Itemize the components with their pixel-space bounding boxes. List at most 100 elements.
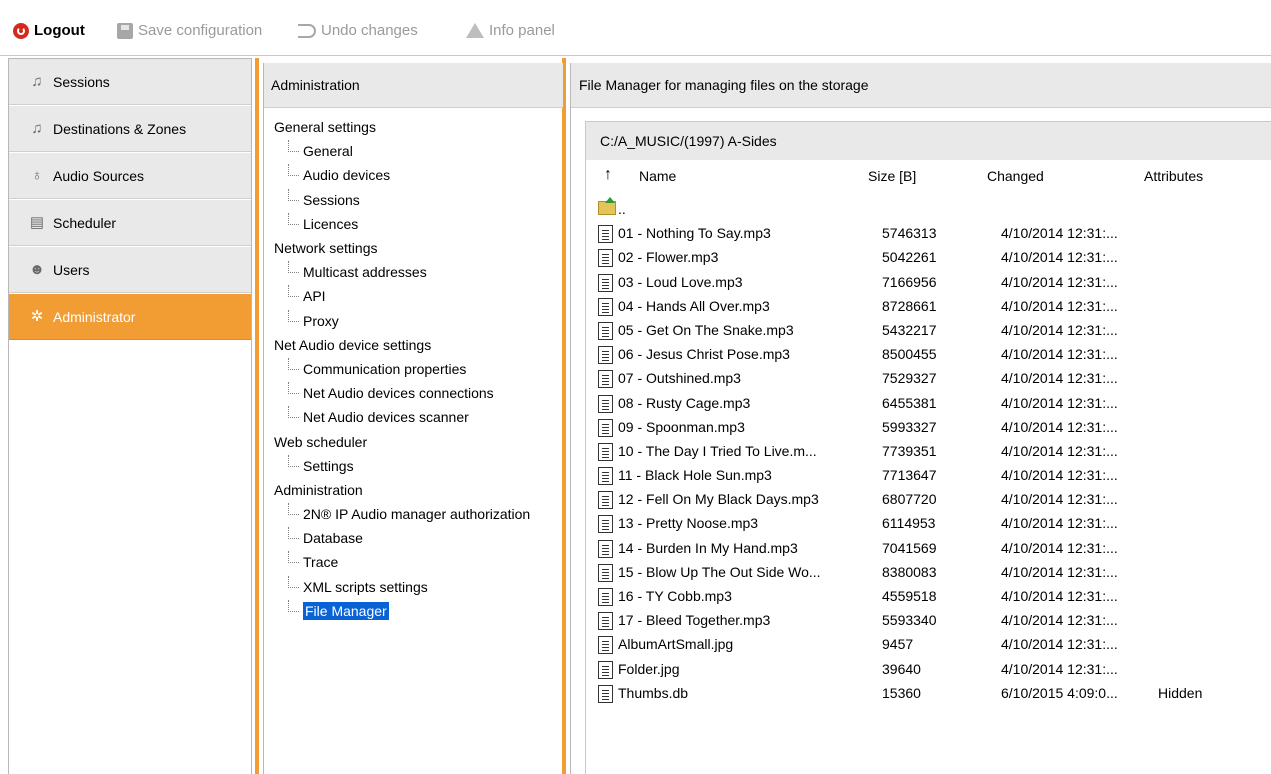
file-row[interactable]: 05 - Get On The Snake.mp3 5432217 4/10/201… (596, 318, 1271, 342)
folder-up-icon (598, 197, 616, 215)
tree-item-general[interactable]: General (274, 139, 564, 163)
file-size: 6114953 (882, 515, 936, 532)
administration-panel: Administration General settings General … (263, 63, 563, 774)
undo-changes-button[interactable]: Undo changes (298, 22, 418, 39)
tree-item-file-manager[interactable]: File Manager (274, 599, 564, 623)
nav-item-label: Administrator (53, 308, 136, 325)
tree-item-api[interactable]: API (274, 284, 564, 308)
nav-item-users[interactable]: ☻ Users (9, 247, 251, 293)
file-row[interactable]: 12 - Fell On My Black Days.mp3 6807720 4/1… (596, 487, 1271, 511)
file-changed: 4/10/2014 12:31:... (1001, 297, 1118, 314)
parent-folder-row[interactable]: .. (596, 197, 1271, 221)
column-header-changed[interactable]: Changed (987, 168, 1044, 184)
file-size: 5993327 (882, 418, 937, 435)
file-row[interactable]: 11 - Black Hole Sun.mp3 7713647 4/10/2014 … (596, 463, 1271, 487)
file-row[interactable]: 02 - Flower.mp3 5042261 4/10/2014 12:31:..… (596, 245, 1271, 269)
tree-item-audio-devices[interactable]: Audio devices (274, 163, 564, 187)
file-row[interactable]: 14 - Burden In My Hand.mp3 7041569 4/10/20… (596, 536, 1271, 560)
current-path: C:/A_MUSIC/(1997) A-Sides (586, 122, 1271, 160)
file-changed: 4/10/2014 12:31:... (1001, 442, 1118, 459)
tree-group-web-scheduler[interactable]: Web scheduler (274, 429, 564, 453)
file-name: 12 - Fell On My Black Days.mp3 (618, 491, 819, 508)
file-icon (598, 346, 613, 365)
file-changed: 4/10/2014 12:31:... (1001, 273, 1118, 290)
file-changed: 4/10/2014 12:31:... (1001, 660, 1118, 677)
undo-changes-label: Undo changes (321, 22, 418, 39)
tree-item-trace[interactable]: Trace (274, 550, 564, 574)
file-row[interactable]: 06 - Jesus Christ Pose.mp3 8500455 4/10/20… (596, 342, 1271, 366)
tree-item-communication-properties[interactable]: Communication properties (274, 357, 564, 381)
file-icon (598, 394, 613, 413)
file-icon (598, 467, 613, 486)
file-manager-header: File Manager for managing files on the s… (571, 63, 1271, 108)
file-row[interactable]: 01 - Nothing To Say.mp3 5746313 4/10/2014 … (596, 221, 1271, 245)
file-changed: 4/10/2014 12:31:... (1001, 225, 1118, 242)
tree-item-proxy[interactable]: Proxy (274, 309, 564, 333)
file-icon (598, 563, 613, 582)
tree-item-database[interactable]: Database (274, 526, 564, 550)
file-icon (598, 539, 613, 558)
file-row[interactable]: 17 - Bleed Together.mp3 5593340 4/10/2014 … (596, 608, 1271, 632)
file-changed: 4/10/2014 12:31:... (1001, 563, 1118, 580)
file-row[interactable]: AlbumArtSmall.jpg 9457 4/10/2014 12:31:... (596, 632, 1271, 656)
music-note-icon: ♫ (31, 119, 43, 137)
info-panel-button[interactable]: Info panel (466, 22, 555, 39)
tree-item-net-audio-devices-connections[interactable]: Net Audio devices connections (274, 381, 564, 405)
nav-item-destinations-zones[interactable]: ♫ Destinations & Zones (9, 106, 251, 152)
file-size: 8500455 (882, 346, 937, 363)
tree-item-multicast-addresses[interactable]: Multicast addresses (274, 260, 564, 284)
file-row[interactable]: 16 - TY Cobb.mp3 4559518 4/10/2014 12:31:.… (596, 584, 1271, 608)
file-name: 14 - Burden In My Hand.mp3 (618, 539, 798, 556)
file-changed: 4/10/2014 12:31:... (1001, 321, 1118, 338)
file-row[interactable]: Thumbs.db 15360 6/10/2015 4:09:0... Hidden (596, 681, 1271, 705)
file-row[interactable]: 07 - Outshined.mp3 7529327 4/10/2014 12:31… (596, 366, 1271, 390)
file-name: 01 - Nothing To Say.mp3 (618, 225, 771, 242)
tree-item-audio-manager-authorization[interactable]: 2N® IP Audio manager authorization (274, 502, 564, 526)
file-manager-panel: File Manager for managing files on the s… (570, 63, 1271, 774)
power-icon (13, 22, 29, 39)
nav-item-audio-sources[interactable]: ♁ Audio Sources (9, 153, 251, 199)
file-name: Folder.jpg (618, 660, 680, 677)
tree-group-administration[interactable]: Administration (274, 478, 564, 502)
file-icon (598, 515, 613, 534)
tree-group-general-settings[interactable]: General settings (274, 115, 564, 139)
file-row[interactable]: 08 - Rusty Cage.mp3 6455381 4/10/2014 12:3… (596, 391, 1271, 415)
save-configuration-button[interactable]: Save configuration (117, 22, 262, 39)
undo-icon (298, 23, 316, 38)
tree-item-licences[interactable]: Licences (274, 212, 564, 236)
nav-item-scheduler[interactable]: ▤ Scheduler (9, 200, 251, 246)
logout-button[interactable]: Logout (13, 22, 85, 39)
tree-group-network-settings[interactable]: Network settings (274, 236, 564, 260)
file-size: 5593340 (882, 612, 937, 629)
sort-arrow-icon[interactable]: ↑ (604, 166, 612, 184)
file-row[interactable]: 04 - Hands All Over.mp3 8728661 4/10/2014 … (596, 294, 1271, 318)
tree-item-xml-scripts-settings[interactable]: XML scripts settings (274, 575, 564, 599)
column-header-name[interactable]: Name (639, 168, 676, 184)
separator (255, 58, 259, 774)
file-size: 7529327 (882, 370, 937, 387)
file-icon (598, 684, 613, 703)
nav-item-sessions[interactable]: ♫ Sessions (9, 59, 251, 105)
file-changed: 4/10/2014 12:31:... (1001, 394, 1118, 411)
tree-item-settings[interactable]: Settings (274, 454, 564, 478)
nav-item-label: Users (53, 261, 90, 278)
file-row[interactable]: 15 - Blow Up The Out Side Wo... 8380083 4/… (596, 560, 1271, 584)
file-size: 4559518 (882, 588, 937, 604)
nav-item-administrator[interactable]: ✲ Administrator (9, 294, 251, 340)
file-row[interactable]: 10 - The Day I Tried To Live.m... 7739351… (596, 439, 1271, 463)
tree-item-net-audio-devices-scanner[interactable]: Net Audio devices scanner (274, 405, 564, 429)
column-header-attributes[interactable]: Attributes (1144, 168, 1203, 184)
file-icon (598, 249, 613, 268)
file-changed: 4/10/2014 12:31:... (1001, 491, 1118, 508)
file-icon (598, 418, 613, 437)
file-row[interactable]: Folder.jpg 39640 4/10/2014 12:31:... (596, 657, 1271, 681)
file-name: 13 - Pretty Noose.mp3 (618, 515, 759, 532)
tree-item-sessions[interactable]: Sessions (274, 188, 564, 212)
file-size: 7166956 (882, 273, 937, 290)
column-header-size[interactable]: Size [B] (868, 168, 916, 184)
file-row[interactable]: 13 - Pretty Noose.mp3 6114953 4/10/2014 12… (596, 511, 1271, 535)
file-changed: 4/10/2014 12:31:... (1001, 588, 1118, 604)
tree-group-net-audio-device-settings[interactable]: Net Audio device settings (274, 333, 564, 357)
file-row[interactable]: 09 - Spoonman.mp3 5993327 4/10/2014 12:31:… (596, 415, 1271, 439)
file-row[interactable]: 03 - Loud Love.mp3 7166956 4/10/2014 12:31… (596, 270, 1271, 294)
